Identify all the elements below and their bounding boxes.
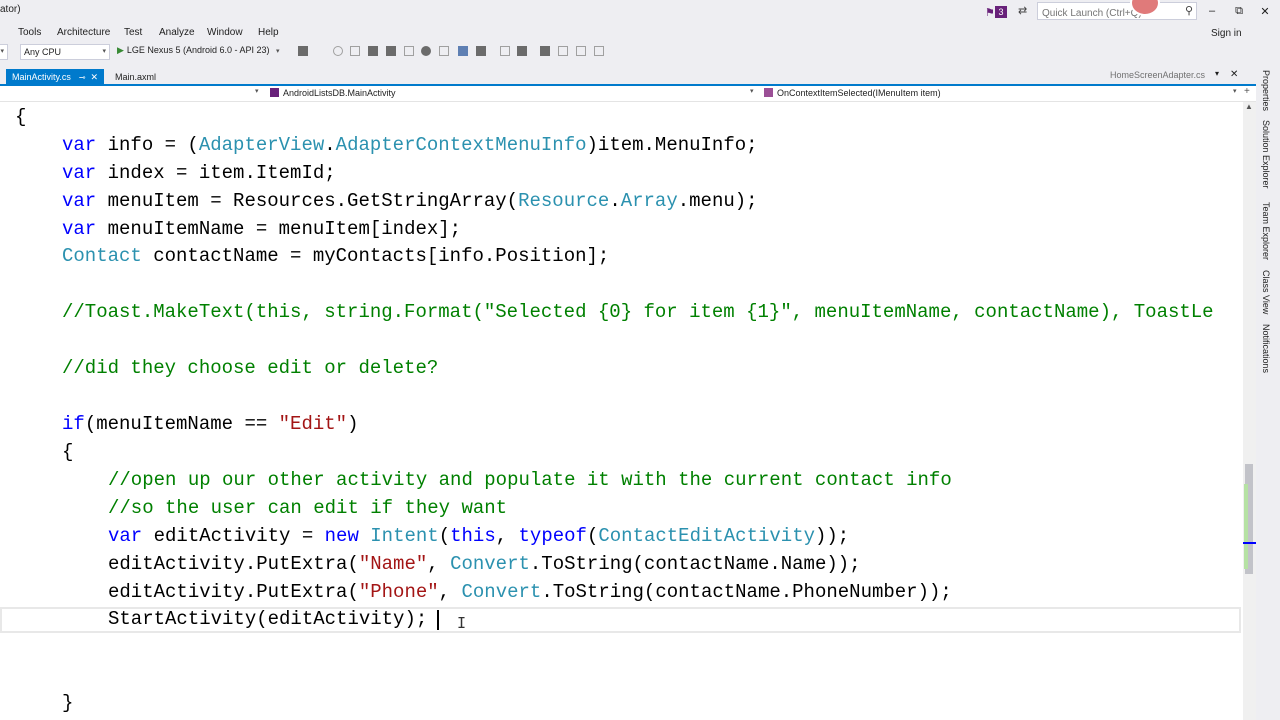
code-editor[interactable]: { var info = (AdapterView.AdapterContext… [0,102,1243,720]
type-dropdown[interactable]: AndroidListsDB.MainActivity [270,86,396,101]
change-marker [1244,484,1248,569]
run-button[interactable]: ▶ LGE Nexus 5 (Android 6.0 - API 23) ▾ [117,45,280,56]
bookmark-icon[interactable] [540,46,550,56]
text-caret [437,610,439,630]
code-line: Contact contactName = myContacts[info.Po… [62,245,610,267]
code-line: var editActivity = new Intent(this, type… [108,525,850,547]
code-line: //did they choose edit or delete? [62,357,439,379]
chevron-down-icon[interactable]: ▾ [750,87,754,95]
stop-icon[interactable] [350,46,360,56]
prev-bookmark-icon[interactable] [558,46,568,56]
member-dropdown[interactable]: OnContextItemSelected(IMenuItem item) [764,86,941,101]
chevron-down-icon[interactable]: ▾ [276,48,280,55]
sign-in-link[interactable]: Sign in [1211,28,1242,39]
class-icon [270,88,279,97]
code-line: var menuItemName = menuItem[index]; [62,218,462,240]
hex-icon[interactable] [439,46,449,56]
code-line: { [15,106,27,128]
code-line: { [62,441,74,463]
chevron-down-icon: ▾ [102,48,106,55]
uncomment-icon[interactable] [517,46,527,56]
menu-help[interactable]: Help [258,27,279,38]
tab-label: MainActivity.cs [12,72,71,82]
feedback-icon[interactable]: ⇄ [1018,4,1027,17]
code-line: //Toast.MakeText(this, string.Format("Se… [62,301,1214,323]
scroll-up-icon[interactable]: ▲ [1245,102,1253,111]
sidebar-tab-notifications[interactable]: Notifications [1261,324,1271,373]
tab-list-icon[interactable]: ▾ [1215,69,1219,78]
close-window-icon[interactable]: ✕ [1258,5,1272,18]
platform-value: Any CPU [24,47,62,57]
step-out-icon[interactable] [421,46,431,56]
attach-icon[interactable] [298,46,308,56]
method-icon [764,88,773,97]
code-line: var index = item.ItemId; [62,162,336,184]
tab-homescreenadapter[interactable]: HomeScreenAdapter.cs [1110,70,1205,80]
next-bookmark-icon[interactable] [576,46,586,56]
play-icon: ▶ [117,45,124,55]
clear-bookmarks-icon[interactable] [594,46,604,56]
member-label: OnContextItemSelected(IMenuItem item) [777,88,941,98]
outdent-icon[interactable] [476,46,486,56]
platform-dropdown[interactable]: Any CPU ▾ [20,44,110,60]
restore-icon[interactable]: ⧉ [1232,5,1246,18]
split-icon[interactable]: + [1244,86,1250,97]
chevron-down-icon[interactable]: ▾ [1233,87,1237,95]
vertical-scrollbar[interactable]: ▲ [1243,102,1256,720]
step-into-icon[interactable] [386,46,396,56]
code-line: //open up our other activity and populat… [108,469,952,491]
code-line: StartActivity(editActivity); [108,608,428,630]
code-line: } [62,692,74,714]
code-line: editActivity.PutExtra("Phone", Convert.T… [108,581,952,603]
tab-label: Main.axml [115,72,157,82]
minimize-icon[interactable]: – [1205,5,1219,17]
search-icon[interactable]: ⚲ [1185,4,1193,17]
quick-launch-box[interactable]: ⚲ [1037,2,1197,22]
tool-window-sidebar: Properties Solution Explorer Team Explor… [1256,64,1280,720]
run-target-label: LGE Nexus 5 (Android 6.0 - API 23) [126,45,270,55]
config-dropdown-arrow[interactable]: ▾ [0,44,8,60]
menu-window[interactable]: Window [207,27,243,38]
notification-count: 3 [995,6,1007,18]
window-title-fragment: ator) [0,4,21,15]
navigation-bar: ▾ AndroidListsDB.MainActivity ▾ OnContex… [0,86,1256,102]
menu-test[interactable]: Test [124,27,142,38]
sidebar-tab-properties[interactable]: Properties [1261,70,1271,111]
tab-mainactivity[interactable]: MainActivity.cs ⊸ ✕ [6,69,105,86]
restart-icon[interactable] [368,46,378,56]
code-line: var info = (AdapterView.AdapterContextMe… [62,134,758,156]
document-tab-strip: MainActivity.cs ⊸ ✕ Main.axml [0,64,1280,86]
code-line: editActivity.PutExtra("Name", Convert.To… [108,553,861,575]
sidebar-tab-team-explorer[interactable]: Team Explorer [1261,202,1271,260]
close-icon[interactable]: ✕ [91,72,99,82]
menu-bar: ator) Tools Architecture Test Analyze Wi… [0,0,1280,42]
pause-icon[interactable] [333,46,343,56]
close-icon[interactable]: ✕ [1230,69,1238,80]
toolbar: ▾ Any CPU ▾ ▶ LGE Nexus 5 (Android 6.0 - … [0,42,1280,64]
indent-icon[interactable] [458,46,468,56]
sidebar-tab-solution-explorer[interactable]: Solution Explorer [1261,120,1271,189]
tab-main-axml[interactable]: Main.axml [109,69,162,86]
comment-icon[interactable] [500,46,510,56]
ibeam-cursor-icon: I [457,614,467,632]
caret-position-marker [1243,542,1256,544]
flag-icon: ⚑ [985,7,995,19]
code-line: var menuItem = Resources.GetStringArray(… [62,190,758,212]
notifications-button[interactable]: ⚑ 3 [985,5,1007,19]
menu-analyze[interactable]: Analyze [159,27,195,38]
type-label: AndroidListsDB.MainActivity [283,88,396,98]
menu-tools[interactable]: Tools [18,27,41,38]
chevron-down-icon[interactable]: ▾ [255,87,259,95]
sidebar-tab-class-view[interactable]: Class View [1261,270,1271,314]
code-line: if(menuItemName == "Edit") [62,413,359,435]
step-over-icon[interactable] [404,46,414,56]
pin-icon[interactable]: ⊸ [79,73,86,82]
code-line: //so the user can edit if they want [108,497,508,519]
menu-architecture[interactable]: Architecture [57,27,110,38]
